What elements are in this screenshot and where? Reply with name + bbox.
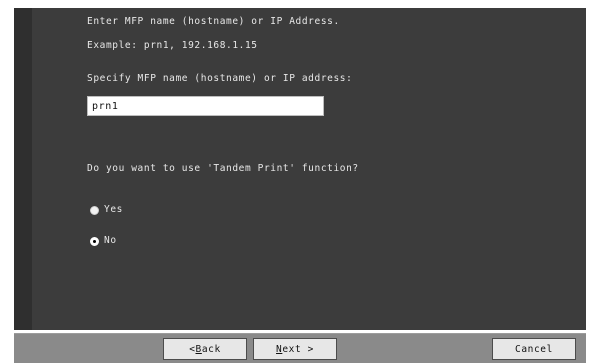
next-button[interactable]: Next > (253, 338, 337, 360)
tandem-yes-label[interactable]: Yes (104, 204, 123, 215)
tandem-no-label[interactable]: No (104, 235, 117, 246)
panel-left-shade (14, 8, 32, 330)
cancel-button[interactable]: Cancel (492, 338, 576, 360)
window-left-border (0, 0, 14, 363)
next-button-rest: ext > (282, 343, 314, 355)
back-button-rest: ack (201, 343, 221, 355)
wizard-window: Enter MFP name (hostname) or IP Address.… (0, 0, 593, 363)
window-right-border (586, 0, 593, 363)
tandem-yes-radio[interactable] (90, 206, 99, 215)
back-button[interactable]: < Back (163, 338, 247, 360)
example-text: Example: prn1, 192.168.1.15 (87, 40, 258, 51)
tandem-no-radio[interactable] (90, 237, 99, 246)
tandem-question: Do you want to use 'Tandem Print' functi… (87, 163, 359, 174)
hostname-input[interactable] (87, 96, 324, 116)
instruction-text: Enter MFP name (hostname) or IP Address. (87, 16, 340, 27)
host-field-label: Specify MFP name (hostname) or IP addres… (87, 73, 353, 84)
